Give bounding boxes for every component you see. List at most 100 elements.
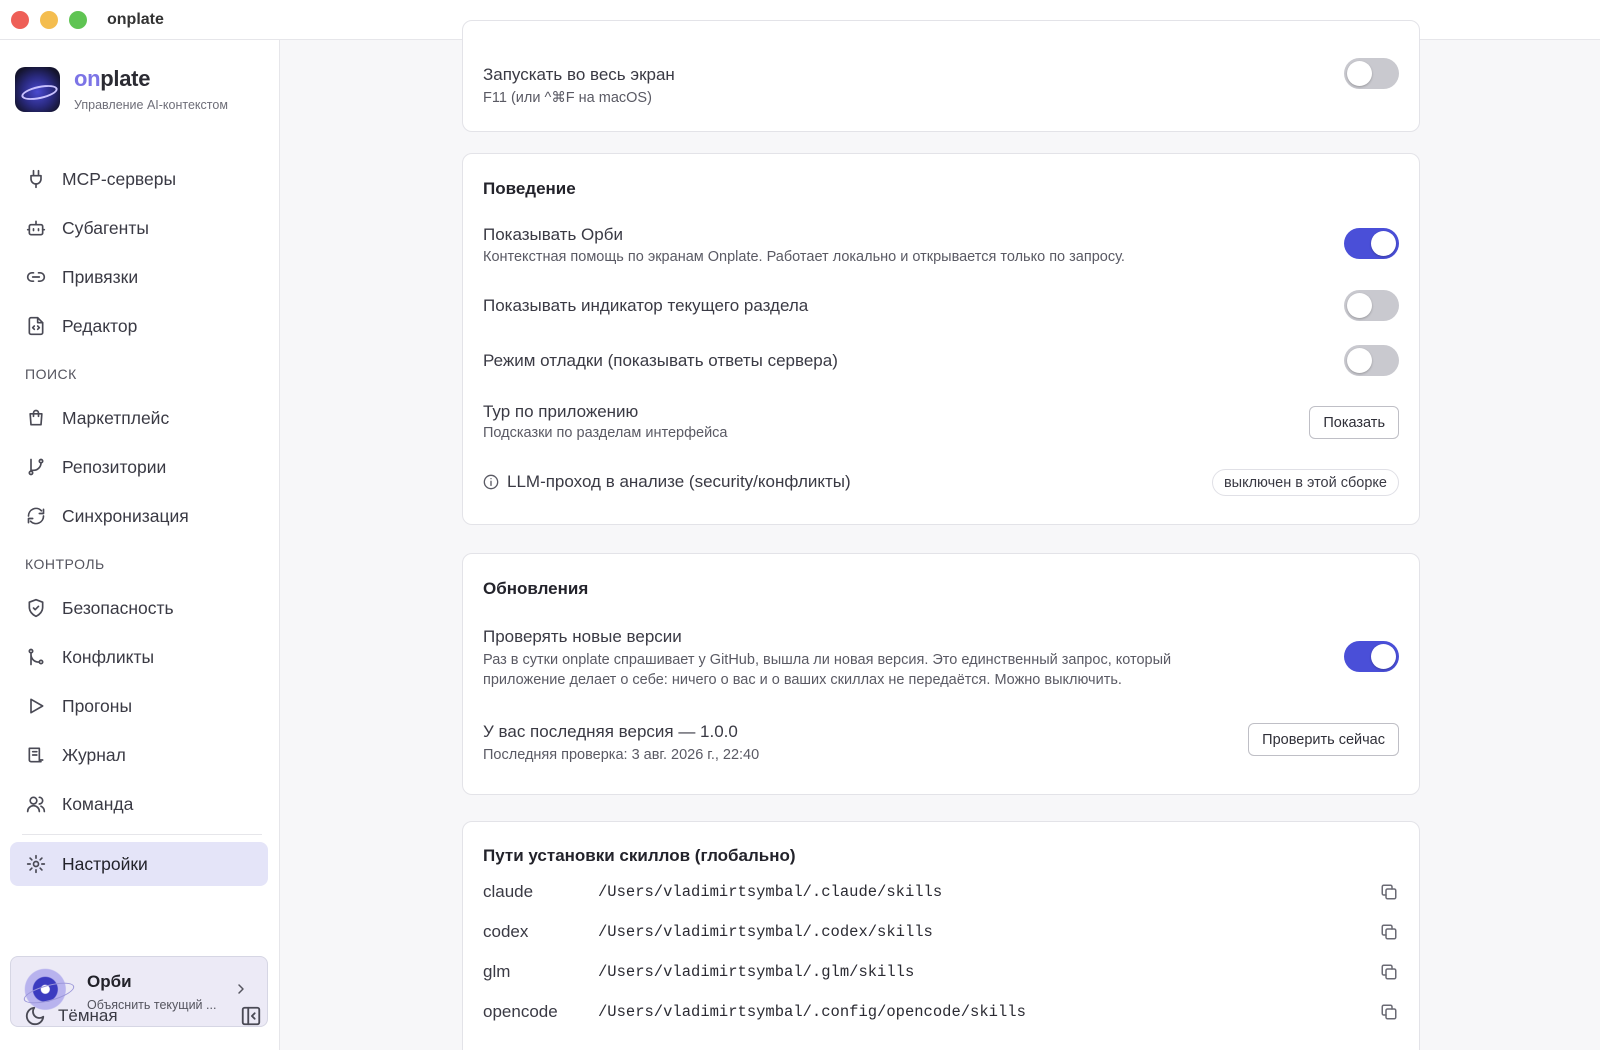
- llm-setting-title: LLM-проход в анализе (security/конфликты…: [507, 472, 851, 491]
- scroll-icon: [24, 743, 48, 767]
- sidebar-item-runs[interactable]: Прогоны: [10, 684, 268, 728]
- llm-status-badge: выключен в этой сборке: [1211, 469, 1399, 496]
- sidebar-item-subagents[interactable]: Субагенты: [10, 206, 268, 250]
- debug-setting-title: Режим отладки (показывать ответы сервера…: [483, 351, 838, 370]
- check-updates-subtitle-line-2: приложение делает о себе: ничего о вас и…: [483, 672, 1122, 688]
- path-row-codex: codex /Users/vladimirtsymbal/.codex/skil…: [483, 917, 1401, 947]
- robot-icon: [24, 216, 48, 240]
- path-row-glm: glm /Users/vladimirtsymbal/.glm/skills: [483, 957, 1401, 987]
- file-code-icon: [24, 314, 48, 338]
- orbi-title: Орби: [87, 971, 132, 991]
- sidebar-item-label: Репозитории: [62, 456, 167, 477]
- path-row-opencode: opencode /Users/vladimirtsymbal/.config/…: [483, 997, 1401, 1027]
- users-icon: [24, 792, 48, 816]
- sidebar-item-label: MCP-серверы: [62, 168, 177, 189]
- sidebar-item-label: Маркетплейс: [62, 407, 170, 428]
- close-window-button[interactable]: [11, 10, 29, 29]
- window-controls: [11, 10, 87, 29]
- fullscreen-subtitle: F11 (или ^⌘F на macOS): [483, 90, 652, 106]
- sidebar-item-label: Привязки: [62, 266, 139, 287]
- plug-icon: [24, 167, 48, 191]
- fullscreen-title: Запускать во весь экран: [483, 65, 675, 84]
- sidebar-divider: [22, 834, 262, 835]
- path-value: /Users/vladimirtsymbal/.codex/skills: [598, 923, 933, 941]
- sidebar-item-settings[interactable]: Настройки: [10, 842, 268, 886]
- sidebar-item-team[interactable]: Команда: [10, 782, 268, 826]
- orbi-setting-subtitle: Контекстная помощь по экранам Onplate. Р…: [483, 249, 1125, 265]
- tour-setting-title: Тур по приложению: [483, 402, 639, 421]
- check-updates-subtitle-line-1: Раз в сутки onplate спрашивает у GitHub,…: [483, 652, 1172, 668]
- last-check-text: Последняя проверка: 3 авг. 2026 г., 22:4…: [483, 747, 760, 763]
- fullscreen-card: Запускать во весь экран F11 (или ^⌘F на …: [462, 20, 1420, 132]
- indicator-setting-title: Показывать индикатор текущего раздела: [483, 296, 809, 315]
- check-updates-title: Проверять новые версии: [483, 627, 682, 646]
- current-version-title: У вас последняя версия — 1.0.0: [483, 722, 738, 741]
- collapse-sidebar-icon[interactable]: [240, 1005, 262, 1027]
- settings-main: Запускать во весь экран F11 (или ^⌘F на …: [280, 20, 1600, 1050]
- path-agent-name: opencode: [483, 1002, 558, 1021]
- sidebar-item-label: Настройки: [62, 853, 148, 874]
- updates-card: Обновления Проверять новые версии Раз в …: [462, 553, 1420, 795]
- app-logo: [15, 66, 60, 112]
- theme-toggle-label[interactable]: Тёмная: [58, 1006, 240, 1026]
- brand: onplate Управление AI-контекстом: [15, 66, 228, 112]
- show-tour-button[interactable]: Показать: [1309, 406, 1399, 439]
- sidebar-item-bindings[interactable]: Привязки: [10, 255, 268, 299]
- sidebar-item-label: Команда: [62, 793, 134, 814]
- gear-icon: [24, 852, 48, 876]
- copy-icon[interactable]: [1377, 880, 1401, 904]
- sidebar-item-label: Субагенты: [62, 217, 149, 238]
- sidebar-item-conflicts[interactable]: Конфликты: [10, 635, 268, 679]
- sidebar-item-sync[interactable]: Синхронизация: [10, 494, 268, 538]
- orbi-setting-title: Показывать Орби: [483, 225, 623, 244]
- play-icon: [24, 694, 48, 718]
- theme-row: Тёмная: [24, 1005, 262, 1027]
- git-branch-icon: [24, 455, 48, 479]
- sidebar-item-label: Редактор: [62, 315, 138, 336]
- zoom-window-button[interactable]: [69, 10, 87, 29]
- copy-icon[interactable]: [1377, 960, 1401, 984]
- sidebar: onplate Управление AI-контекстом MCP-сер…: [0, 40, 280, 1050]
- info-icon: [483, 474, 499, 490]
- sidebar-item-label: Синхронизация: [62, 505, 189, 526]
- debug-toggle[interactable]: [1344, 345, 1399, 376]
- link-icon: [24, 265, 48, 289]
- brand-name: onplate: [74, 66, 228, 92]
- section-label-control: КОНТРОЛЬ: [25, 556, 105, 572]
- sidebar-item-label: Прогоны: [62, 695, 133, 716]
- install-paths-card: Пути установки скиллов (глобально) claud…: [462, 821, 1420, 1050]
- behavior-title: Поведение: [483, 179, 576, 198]
- llm-setting-row: LLM-проход в анализе (security/конфликты…: [483, 472, 851, 492]
- sidebar-item-security[interactable]: Безопасность: [10, 586, 268, 630]
- copy-icon[interactable]: [1377, 920, 1401, 944]
- fullscreen-toggle[interactable]: [1344, 58, 1399, 89]
- chevron-right-icon: [233, 981, 253, 1002]
- orbi-toggle[interactable]: [1344, 228, 1399, 259]
- updates-title: Обновления: [483, 579, 589, 598]
- sidebar-item-label: Конфликты: [62, 646, 155, 667]
- tour-setting-subtitle: Подсказки по разделам интерфейса: [483, 425, 728, 441]
- window-title: onplate: [107, 10, 164, 28]
- sidebar-item-marketplace[interactable]: Маркетплейс: [10, 396, 268, 440]
- sidebar-item-editor[interactable]: Редактор: [10, 304, 268, 348]
- sync-icon: [24, 504, 48, 528]
- sidebar-item-label: Журнал: [62, 744, 126, 765]
- moon-icon[interactable]: [24, 1005, 46, 1027]
- install-paths-title: Пути установки скиллов (глобально): [483, 846, 796, 865]
- shopping-bag-icon: [24, 406, 48, 430]
- check-updates-toggle[interactable]: [1344, 641, 1399, 672]
- indicator-toggle[interactable]: [1344, 290, 1399, 321]
- minimize-window-button[interactable]: [40, 10, 58, 29]
- sidebar-item-mcp-servers[interactable]: MCP-серверы: [10, 157, 268, 201]
- path-agent-name: glm: [483, 962, 511, 981]
- path-value: /Users/vladimirtsymbal/.claude/skills: [598, 883, 943, 901]
- path-agent-name: claude: [483, 882, 534, 901]
- path-value: /Users/vladimirtsymbal/.config/opencode/…: [598, 1003, 1026, 1021]
- section-label-search: ПОИСК: [25, 366, 77, 382]
- git-merge-icon: [24, 645, 48, 669]
- brand-name-rest: plate: [100, 66, 151, 91]
- sidebar-item-repositories[interactable]: Репозитории: [10, 445, 268, 489]
- check-now-button[interactable]: Проверить сейчас: [1248, 723, 1399, 756]
- sidebar-item-journal[interactable]: Журнал: [10, 733, 268, 777]
- copy-icon[interactable]: [1377, 1000, 1401, 1024]
